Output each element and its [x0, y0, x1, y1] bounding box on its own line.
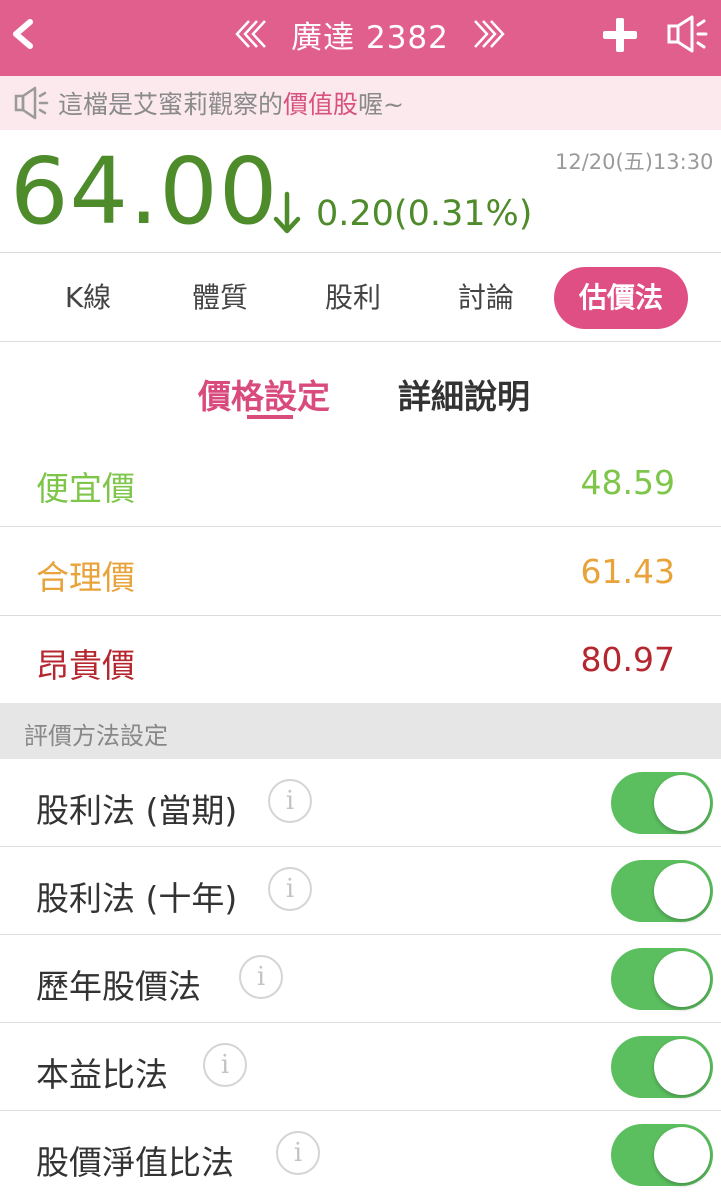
double-chevron-left-icon[interactable] — [229, 17, 273, 51]
arrow-down-icon — [273, 191, 301, 234]
tab-kline[interactable]: K線 — [28, 267, 148, 329]
price-change: 0.20(0.31%) — [316, 194, 533, 234]
megaphone-icon — [14, 86, 49, 120]
expensive-price-label: 昂貴價 — [36, 646, 135, 685]
toggle-knob — [654, 951, 710, 1007]
info-icon[interactable]: i — [268, 867, 312, 911]
method-row-dividend-current: 股利法 (當期) i — [0, 759, 721, 847]
methods-section-title: 評價方法設定 — [24, 722, 168, 750]
method-row-pb-ratio: 股價淨值比法 i — [0, 1111, 721, 1198]
subtab-active-indicator — [247, 415, 293, 419]
sub-tabs: 價格設定 詳細說明 — [0, 342, 721, 436]
toggle-knob — [654, 1127, 710, 1183]
stock-title: 廣達 2382 — [291, 19, 449, 56]
method-row-historical-price: 歷年股價法 i — [0, 935, 721, 1023]
method-label: 股利法 (十年) — [36, 879, 238, 918]
method-label: 歷年股價法 — [36, 967, 201, 1006]
cheap-price-row: 便宜價 48.59 — [0, 438, 721, 527]
expensive-price-value: 80.97 — [580, 640, 675, 679]
method-label: 股利法 (當期) — [36, 791, 238, 830]
info-icon[interactable]: i — [276, 1131, 320, 1175]
plus-icon[interactable] — [600, 15, 640, 55]
method-toggle-historical-price[interactable] — [611, 948, 713, 1010]
expensive-price-row: 昂貴價 80.97 — [0, 615, 721, 703]
notice-banner: 這檔是艾蜜莉觀察的價值股喔~ — [0, 76, 721, 130]
notice-text: 這檔是艾蜜莉觀察的價值股喔~ — [58, 90, 404, 119]
toggle-knob — [654, 863, 710, 919]
cheap-price-value: 48.59 — [580, 463, 675, 502]
method-toggle-pb-ratio[interactable] — [611, 1124, 713, 1186]
method-toggle-pe-ratio[interactable] — [611, 1036, 713, 1098]
main-tabs: K線 體質 股利 討論 估價法 — [0, 253, 721, 342]
fair-price-row: 合理價 61.43 — [0, 527, 721, 616]
tab-fundamentals[interactable]: 體質 — [160, 267, 280, 329]
double-chevron-right-icon[interactable] — [467, 17, 511, 51]
tab-discussion[interactable]: 討論 — [426, 267, 546, 329]
methods-section-header: 評價方法設定 — [0, 703, 721, 759]
top-bar: 廣達 2382 — [0, 0, 721, 76]
method-row-dividend-ten-year: 股利法 (十年) i — [0, 847, 721, 935]
current-price: 64.00 — [10, 138, 279, 245]
quote-timestamp: 12/20(五)13:30 — [555, 150, 714, 174]
subtab-price-settings[interactable]: 價格設定 — [198, 370, 330, 418]
info-icon[interactable]: i — [239, 955, 283, 999]
method-label: 本益比法 — [36, 1055, 168, 1094]
method-toggle-dividend-ten-year[interactable] — [611, 860, 713, 922]
notice-highlight: 價值股 — [283, 90, 359, 119]
cheap-price-label: 便宜價 — [36, 469, 135, 508]
info-icon[interactable]: i — [203, 1043, 247, 1087]
method-label: 股價淨值比法 — [36, 1143, 234, 1182]
tab-valuation[interactable]: 估價法 — [554, 267, 688, 329]
toggle-knob — [654, 1039, 710, 1095]
tab-dividend[interactable]: 股利 — [293, 267, 413, 329]
fair-price-value: 61.43 — [580, 552, 675, 591]
method-row-pe-ratio: 本益比法 i — [0, 1023, 721, 1111]
megaphone-icon[interactable] — [664, 13, 710, 55]
stock-switcher: 廣達 2382 — [225, 10, 515, 58]
chevron-left-icon[interactable] — [6, 14, 40, 54]
quote-panel: 64.00 0.20(0.31%) 12/20(五)13:30 — [0, 130, 721, 253]
toggle-knob — [654, 775, 710, 831]
info-icon[interactable]: i — [268, 779, 312, 823]
method-toggle-dividend-current[interactable] — [611, 772, 713, 834]
subtab-details[interactable]: 詳細說明 — [398, 370, 530, 418]
fair-price-label: 合理價 — [36, 558, 135, 597]
